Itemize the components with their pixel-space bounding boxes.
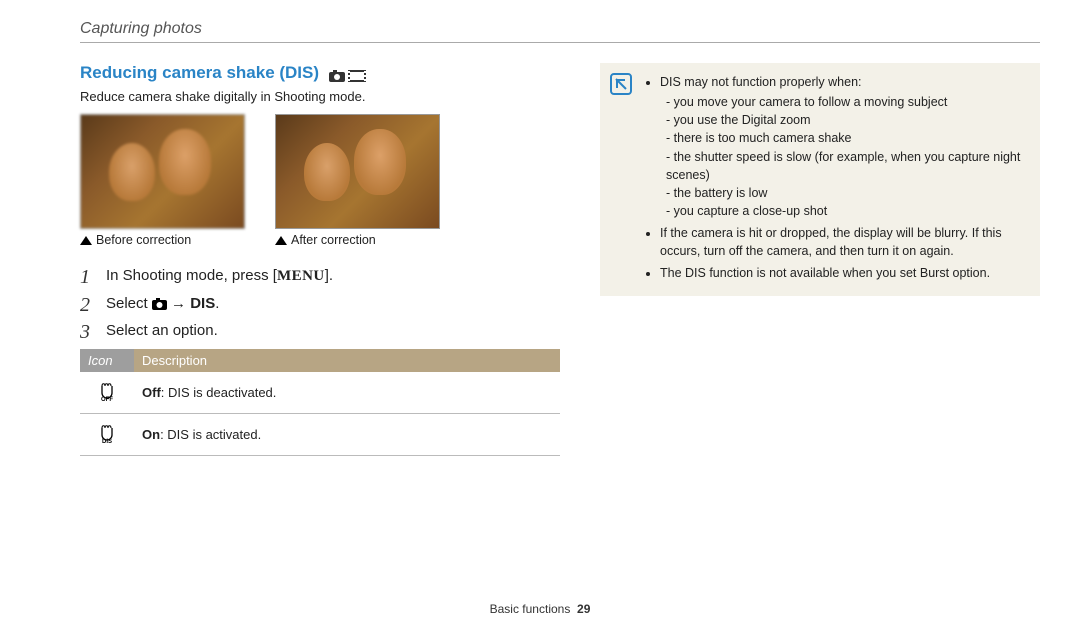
note-sub-item: you move your camera to follow a moving … xyxy=(666,93,1028,111)
table-head-desc: Description xyxy=(134,349,560,372)
arrow-text: → xyxy=(167,295,190,312)
caption-after: After correction xyxy=(275,233,440,247)
title-mode-icons xyxy=(329,67,367,82)
option-desc: : DIS is deactivated. xyxy=(161,385,277,400)
right-column: DIS may not function properly when: you … xyxy=(600,63,1040,456)
note-sub-item: you capture a close-up shot xyxy=(666,202,1028,220)
caption-after-text: After correction xyxy=(291,233,376,247)
section-intro: Reduce camera shake digitally in Shootin… xyxy=(80,89,560,104)
note-lead: DIS may not function properly when: xyxy=(660,75,862,89)
example-photo-after xyxy=(275,114,440,229)
camera-icon xyxy=(152,295,167,312)
caption-before-text: Before correction xyxy=(96,233,191,247)
step-text: Select xyxy=(106,295,152,312)
note-box: DIS may not function properly when: you … xyxy=(600,63,1040,296)
svg-text:OFF: OFF xyxy=(101,397,113,402)
note-sub-item: you use the Digital zoom xyxy=(666,111,1028,129)
option-desc: : DIS is activated. xyxy=(160,427,261,442)
film-mode-icon xyxy=(348,70,366,82)
step-text: In Shooting mode, press [ xyxy=(106,267,277,284)
note-sub-item: there is too much camera shake xyxy=(666,129,1028,147)
svg-text:DIS: DIS xyxy=(102,439,112,444)
menu-button-label: MENU xyxy=(277,268,325,284)
table-row: DIS On: DIS is activated. xyxy=(80,414,560,456)
breadcrumb: Capturing photos xyxy=(80,20,1040,38)
triangle-up-icon xyxy=(80,236,92,245)
page-footer: Basic functions 29 xyxy=(0,602,1080,616)
dis-on-icon: DIS xyxy=(96,422,118,444)
triangle-up-icon xyxy=(275,236,287,245)
example-photo-before xyxy=(80,114,245,229)
page-number: 29 xyxy=(577,602,590,616)
step-text: ]. xyxy=(325,267,333,284)
table-head-icon: Icon xyxy=(80,349,134,372)
note-sub-item: the shutter speed is slow (for example, … xyxy=(666,148,1028,184)
options-table: Icon Description OFF Off: DIS is deactiv… xyxy=(80,349,560,456)
note-item: The DIS function is not available when y… xyxy=(660,264,1028,282)
note-icon xyxy=(610,73,632,95)
caption-before: Before correction xyxy=(80,233,245,247)
left-column: Reducing camera shake (DIS) Reduce camer… xyxy=(80,63,560,456)
note-sub-item: the battery is low xyxy=(666,184,1028,202)
step-2: Select → DIS. xyxy=(80,293,560,314)
footer-section: Basic functions xyxy=(490,602,571,616)
option-label: Off xyxy=(142,385,161,400)
dis-off-icon: OFF xyxy=(96,380,118,402)
divider xyxy=(80,42,1040,43)
step-3: Select an option. xyxy=(80,320,560,341)
step-text: . xyxy=(215,295,219,312)
table-row: OFF Off: DIS is deactivated. xyxy=(80,372,560,414)
option-label: On xyxy=(142,427,160,442)
step-1: In Shooting mode, press [MENU]. xyxy=(80,265,560,287)
note-item: If the camera is hit or dropped, the dis… xyxy=(660,224,1028,260)
camera-mode-icon xyxy=(329,70,345,82)
section-title: Reducing camera shake (DIS) xyxy=(80,63,319,83)
dis-label: DIS xyxy=(190,295,215,312)
note-item: DIS may not function properly when: you … xyxy=(660,73,1028,220)
step-list: In Shooting mode, press [MENU]. Select →… xyxy=(80,265,560,341)
